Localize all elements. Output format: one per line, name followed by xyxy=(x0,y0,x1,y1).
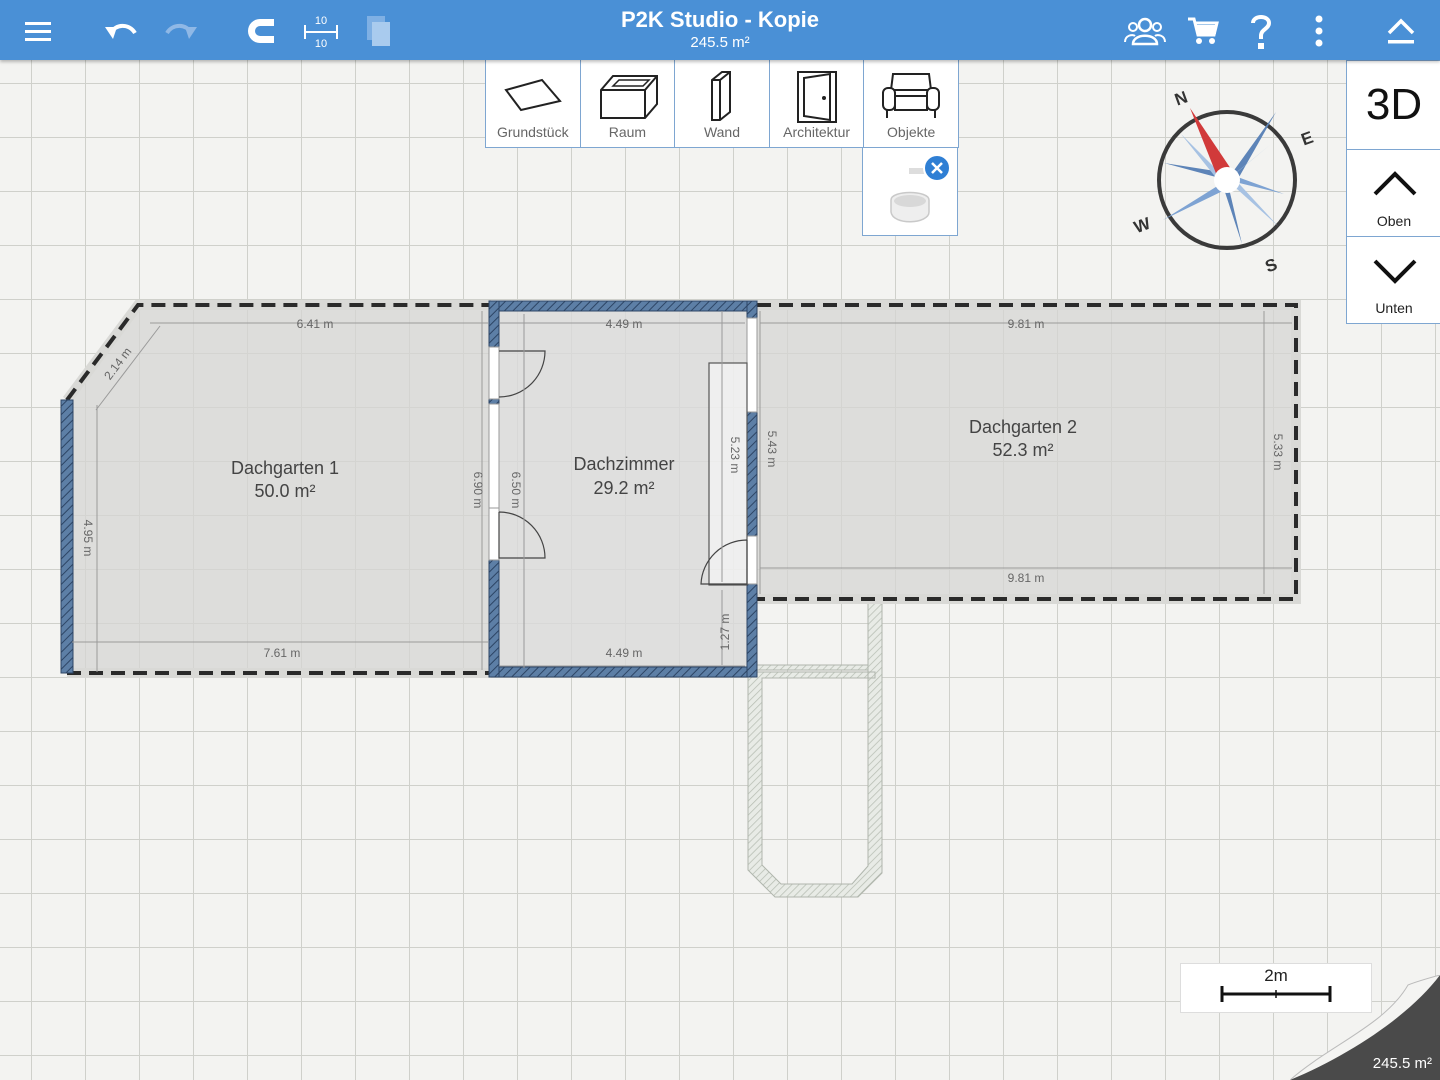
tool-label: Objekte xyxy=(887,124,936,140)
tool-objekte[interactable]: Objekte xyxy=(864,60,958,147)
snap-top-label: 10 xyxy=(315,15,327,27)
view-panel: 3D Oben Unten xyxy=(1346,60,1440,324)
compass-s: S xyxy=(1263,255,1280,277)
compass-n: N xyxy=(1172,87,1190,109)
compass-w: W xyxy=(1131,213,1153,237)
dim-g1-right: 6.90 m xyxy=(471,472,485,509)
tool-label: Raum xyxy=(608,124,647,140)
object-preview-panel[interactable] xyxy=(862,147,958,236)
plot-icon xyxy=(486,68,580,124)
room-name-dachgarten-1: Dachgarten 1 xyxy=(231,458,339,478)
tool-raum[interactable]: Raum xyxy=(581,60,676,147)
dim-dz-right-low: 1.27 m xyxy=(718,614,732,651)
total-area-label: 245.5 m² xyxy=(1372,1055,1432,1072)
dim-g2-bottom: 9.81 m xyxy=(1008,571,1045,585)
dim-g2-right: 5.33 m xyxy=(1271,434,1285,471)
layers-icon[interactable] xyxy=(355,8,401,54)
grid-size-icon[interactable]: 10 10 xyxy=(296,8,346,54)
menu-icon[interactable] xyxy=(15,8,61,54)
help-icon[interactable] xyxy=(1238,8,1284,54)
tool-grundstueck[interactable]: Grundstück xyxy=(486,60,581,147)
dim-dz-bottom: 4.49 m xyxy=(606,646,643,660)
door-icon xyxy=(770,68,864,124)
room-area-dachgarten-1: 50.0 m² xyxy=(254,481,315,501)
tool-label: Grundstück xyxy=(497,124,569,140)
cart-icon[interactable] xyxy=(1180,8,1226,54)
redo-icon[interactable] xyxy=(158,8,204,54)
dim-g1-bottom: 7.61 m xyxy=(264,646,301,660)
room-area-dachgarten-2: 52.3 m² xyxy=(992,440,1053,460)
collapse-icon[interactable] xyxy=(1378,8,1424,54)
compass-e: E xyxy=(1299,128,1316,150)
tool-label: Architektur xyxy=(783,124,851,140)
floor-plan-canvas[interactable]: 6.41 m 2.14 m 4.95 m 7.61 m 6.90 m 6.50 … xyxy=(0,0,1440,1080)
dim-dz-left: 6.50 m xyxy=(509,472,523,509)
3d-view-button[interactable]: 3D xyxy=(1347,61,1440,150)
dim-g1-left: 4.95 m xyxy=(81,520,95,557)
room-icon xyxy=(581,68,675,124)
compass-icon[interactable]: N E S W xyxy=(1131,87,1315,276)
tool-palette: Grundstück Raum Wand Architektur Objekte xyxy=(485,60,959,148)
document-area: 245.5 m² xyxy=(690,34,750,51)
chevron-up-icon xyxy=(1373,171,1417,196)
title-block: P2K Studio - Kopie 245.5 m² xyxy=(520,6,920,52)
floor-down-label: Unten xyxy=(1375,300,1413,316)
tool-wand[interactable]: Wand xyxy=(675,60,770,147)
tool-label: Wand xyxy=(703,124,741,140)
magnet-icon[interactable] xyxy=(240,8,286,54)
document-title: P2K Studio - Kopie xyxy=(621,7,819,32)
dim-g2-top: 9.81 m xyxy=(1008,317,1045,331)
lower-floor-outline xyxy=(747,599,883,898)
dim-g2-left: 5.43 m xyxy=(765,431,779,468)
armchair-icon xyxy=(864,68,958,124)
more-icon[interactable] xyxy=(1296,8,1342,54)
undo-icon[interactable] xyxy=(98,8,144,54)
close-icon[interactable] xyxy=(923,154,951,182)
floor-down-button[interactable]: Unten xyxy=(1347,237,1440,323)
people-icon[interactable] xyxy=(1122,8,1168,54)
wall-icon xyxy=(675,68,769,124)
dim-dz-top: 4.49 m xyxy=(606,317,643,331)
dim-dz-right: 5.23 m xyxy=(728,437,742,474)
dim-g1-top: 6.41 m xyxy=(297,317,334,331)
room-area-dachzimmer: 29.2 m² xyxy=(593,478,654,498)
chevron-down-icon xyxy=(1373,259,1417,284)
floor-up-button[interactable]: Oben xyxy=(1347,150,1440,237)
room-name-dachzimmer: Dachzimmer xyxy=(573,454,674,474)
top-bar: 10 10 P2K Studio - Kopie 245.5 m² xyxy=(0,0,1440,60)
snap-bottom-label: 10 xyxy=(315,38,327,50)
floor-up-label: Oben xyxy=(1376,213,1412,229)
tool-architektur[interactable]: Architektur xyxy=(770,60,865,147)
room-name-dachgarten-2: Dachgarten 2 xyxy=(969,417,1077,437)
